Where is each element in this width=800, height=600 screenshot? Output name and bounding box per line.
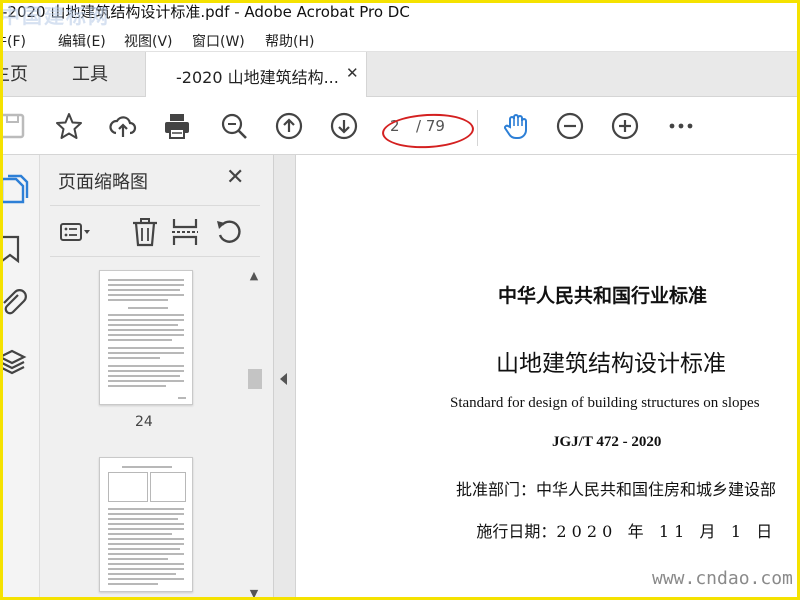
page-thumbnails-icon[interactable]	[0, 173, 30, 205]
cloud-upload-icon[interactable]	[106, 109, 140, 143]
trash-icon[interactable]	[128, 215, 162, 249]
toolbar-separator	[477, 110, 478, 146]
doc-standard-number: JGJ/T 472 - 2020	[552, 434, 662, 450]
menu-file[interactable]: 件(F)	[0, 31, 26, 51]
thumbnail-page-number: 24	[135, 414, 153, 430]
tab-close-button[interactable]: ✕	[346, 64, 359, 82]
page-up-icon[interactable]	[272, 109, 306, 143]
panel-close-button[interactable]: ✕	[226, 165, 244, 190]
options-menu-icon[interactable]	[58, 215, 92, 249]
scroll-up-arrow[interactable]: ▲	[248, 269, 260, 282]
zoom-in-icon[interactable]	[608, 109, 642, 143]
scroll-thumb[interactable]	[248, 369, 262, 389]
scroll-down-arrow[interactable]: ▼	[248, 587, 260, 600]
attachment-icon[interactable]	[0, 287, 30, 319]
effective-value: 2 0 2 0 年 1 1 月 1 日	[556, 522, 773, 541]
title-bar: 中国建标网 -2020 山地建筑结构设计标准.pdf - Adobe Acrob…	[0, 0, 800, 26]
page-thumbnail-24[interactable]	[99, 270, 193, 405]
tab-document[interactable]: -2020 山地建筑结构... ✕	[145, 52, 367, 98]
menu-help[interactable]: 帮助(H)	[265, 31, 314, 51]
panel-toolbar	[50, 205, 260, 257]
site-watermark: www.cndao.com	[652, 568, 793, 589]
menu-view[interactable]: 视图(V)	[124, 31, 173, 51]
hand-icon[interactable]	[499, 109, 533, 143]
menu-bar: 件(F) 编辑(E) 视图(V) 窗口(W) 帮助(H)	[0, 26, 800, 52]
collapse-arrow-icon[interactable]	[280, 373, 287, 385]
menu-window[interactable]: 窗口(W)	[192, 31, 245, 51]
page-down-icon[interactable]	[327, 109, 361, 143]
save-icon[interactable]	[0, 109, 30, 143]
insert-page-icon[interactable]	[168, 215, 202, 249]
print-icon[interactable]	[160, 109, 194, 143]
doc-header-industry-standard: 中华人民共和国行业标准	[498, 285, 708, 307]
panel-collapse-strip[interactable]	[274, 155, 296, 600]
bookmark-icon[interactable]	[0, 233, 30, 265]
toolbar: 2/ 79	[0, 97, 800, 155]
approval-value: 中华人民共和国住房和城乡建设部	[536, 480, 777, 499]
zoom-out-icon[interactable]	[553, 109, 587, 143]
tab-home[interactable]: 主页	[0, 52, 28, 97]
doc-title-cn: 山地建筑结构设计标准	[496, 351, 726, 377]
logo-watermark: 中国建标网	[0, 4, 110, 26]
layers-icon[interactable]	[0, 347, 30, 379]
doc-effective-date: 施行日期：2 0 2 0 年 1 1 月 1 日	[456, 499, 772, 561]
tab-document-label: -2020 山地建筑结构...	[176, 68, 339, 87]
page-thumbnail-25[interactable]	[99, 457, 193, 592]
tab-tools[interactable]: 工具	[72, 52, 108, 97]
menu-edit[interactable]: 编辑(E)	[58, 31, 106, 51]
page-indicator[interactable]: 2/ 79	[390, 117, 445, 135]
panel-title: 页面缩略图	[58, 172, 148, 193]
doc-approval-dept: 批准部门：中华人民共和国住房和城乡建设部	[456, 476, 776, 500]
rotate-icon[interactable]	[213, 215, 247, 249]
current-page-input[interactable]: 2	[390, 117, 416, 135]
page-total: / 79	[416, 117, 445, 135]
star-icon[interactable]	[52, 109, 86, 143]
more-icon[interactable]	[664, 109, 698, 143]
zoom-out-search-icon[interactable]	[217, 109, 251, 143]
left-nav-rail	[0, 155, 40, 600]
thumbnails-panel: 页面缩略图 ✕ 24 ▲ ▼	[40, 155, 274, 600]
tab-bar: 主页 工具 -2020 山地建筑结构... ✕	[0, 52, 800, 98]
approval-label: 批准部门：	[456, 480, 537, 499]
document-view[interactable]: 中华人民共和国行业标准 山地建筑结构设计标准 Standard for desi…	[296, 155, 800, 600]
effective-label: 施行日期：	[476, 522, 557, 541]
doc-title-en: Standard for design of building structur…	[450, 395, 760, 411]
thumbnail-scrollbar[interactable]: ▲ ▼	[246, 265, 262, 600]
